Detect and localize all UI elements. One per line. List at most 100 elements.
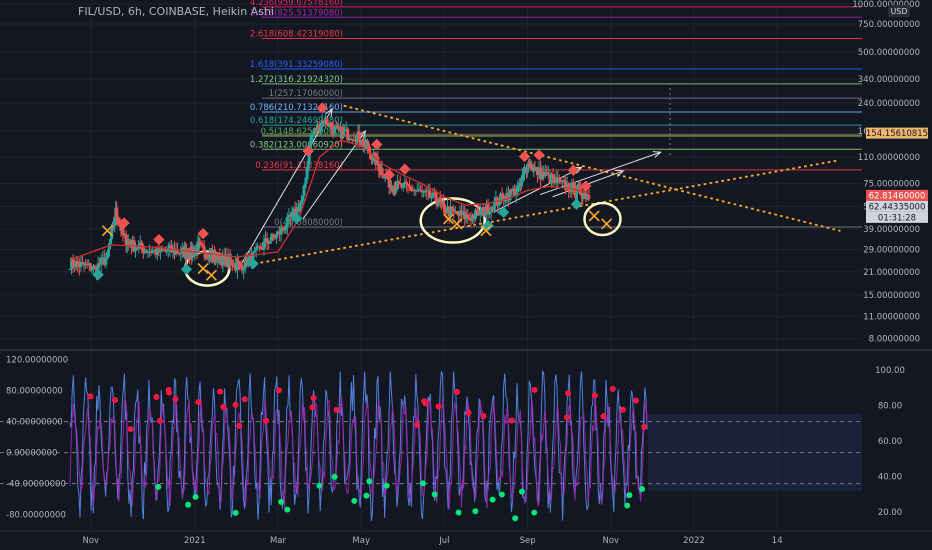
osc-sell-dot-18 [236, 422, 243, 429]
osc-buy-dot-10 [472, 508, 479, 515]
osc-sell-dot-2 [232, 401, 239, 408]
osc-sell-dot-4 [111, 397, 118, 404]
candle-body-199 [333, 126, 337, 134]
osc-sell-dot-32 [333, 406, 340, 413]
candle-body-61 [151, 250, 155, 253]
fib-zone-band [262, 133, 862, 137]
candle-body-146 [254, 247, 258, 251]
candle-body-261 [404, 181, 408, 184]
osc-sell-dot-33 [633, 397, 640, 404]
price-axis-tick-12: 15.00000000 [863, 291, 920, 301]
osc-buy-dot-6 [316, 482, 323, 489]
osc-buy-dot-52 [192, 493, 199, 500]
candle-body-23 [104, 258, 108, 265]
candle-body-335 [516, 186, 520, 193]
candle-body-303 [466, 214, 470, 218]
currency-badge: USD [890, 7, 907, 16]
candle-body-155 [268, 240, 272, 244]
candle-body-153 [265, 238, 269, 243]
osc-buy-dot-5 [331, 473, 338, 480]
osc-sell-dot-22 [220, 403, 227, 410]
chart-root: 4.236(959.67578160)3.618(825.51379080)2.… [0, 0, 932, 550]
candle-body-208 [343, 130, 347, 132]
candle-body-197 [330, 123, 334, 128]
candle-body-54 [140, 242, 144, 249]
osc-sell-dot-55 [414, 421, 421, 428]
candle-body-145 [253, 250, 257, 253]
osc-buy-dot-23 [383, 482, 390, 489]
osc-buy-dot-13 [232, 509, 239, 516]
price-axis-tick-3: 340.00000000 [858, 75, 920, 85]
candle-body-79 [179, 253, 183, 255]
candle-body-391 [587, 195, 591, 199]
osc-sell-dot-43 [156, 417, 163, 424]
candle-body-136 [239, 262, 243, 266]
osc-sell-dot-40 [600, 413, 607, 420]
candle-body-194 [325, 117, 329, 125]
candle-body-296 [455, 211, 459, 215]
candle-body-317 [488, 211, 492, 215]
osc-sell-dot-3 [241, 396, 248, 403]
candle-body-174 [298, 204, 302, 212]
osc-sell-dot-12 [217, 388, 224, 395]
osc-sell-dot-54 [565, 390, 572, 397]
osc-sell-dot-46 [87, 393, 94, 400]
price-axis-tick-1: 750.00000000 [858, 20, 920, 30]
candle-body-184 [309, 134, 313, 144]
osc-buy-dot-28 [531, 509, 538, 516]
price-axis-tick-14: 8.00000000 [869, 335, 920, 345]
osc-sell-dot-7 [435, 403, 442, 410]
candle-body-190 [319, 125, 323, 132]
osc-right-tick-4: 20.00 [878, 508, 902, 518]
osc-buy-dot-45 [455, 509, 462, 516]
time-axis-tick-1: 2021 [184, 536, 206, 546]
candle-body-375 [570, 182, 574, 193]
candle-body-210 [346, 128, 350, 140]
price-axis[interactable]: 1000.00000000750.00000000500.00000000340… [852, 0, 932, 350]
price-axis-tick-9: 39.00000000 [863, 225, 920, 235]
candle-body-370 [562, 180, 566, 182]
candle-body-163 [281, 227, 285, 230]
candle-body-325 [500, 193, 504, 196]
time-axis-tick-7: 2022 [683, 536, 705, 546]
candle-body-262 [406, 183, 410, 186]
osc-sell-dot-58 [563, 414, 570, 421]
price-axis-tick-6: 110.00000000 [858, 153, 920, 163]
candle-body-165 [284, 227, 288, 231]
osc-sell-dot-38 [591, 392, 598, 399]
candle-body-277 [429, 197, 433, 199]
candle-body-70 [165, 250, 169, 252]
candle-body-0 [68, 269, 72, 271]
symbol-title[interactable]: FIL/USD, 6h, COINBASE, Heikin Ashi [78, 5, 274, 18]
osc-sell-dot-16 [127, 426, 134, 433]
candle-body-327 [503, 200, 507, 202]
osc-sell-dot-1 [619, 406, 626, 413]
candle-body-263 [408, 185, 412, 188]
osc-sell-dot-14 [465, 409, 472, 416]
candle-body-212 [349, 138, 353, 140]
candle-body-264 [409, 187, 413, 191]
osc-sell-dot-56 [153, 393, 160, 400]
time-axis[interactable]: Nov 2021 Mar May Jul Sep Nov 2022 14 [0, 530, 932, 550]
price-axis-tick-10: 29.00000000 [863, 245, 920, 255]
osc-sell-dot-59 [275, 387, 282, 394]
candle-body-254 [395, 189, 399, 191]
candle-body-101 [202, 246, 206, 253]
osc-right-tick-0: 100.00 [875, 366, 905, 376]
osc-buy-dot-37 [626, 492, 633, 499]
candle-body-314 [483, 212, 487, 216]
price-label-3: 01:31:28 [878, 213, 916, 223]
price-axis-tick-13: 11.00000000 [863, 313, 920, 323]
candle-body-288 [442, 204, 446, 213]
osc-buy-dot-19 [512, 515, 519, 522]
fib-level-label-2: 2.618(608.42319080) [250, 29, 343, 39]
osc-right-tick-2: 60.00 [878, 437, 902, 447]
candle-body-218 [357, 131, 361, 142]
candle-body-373 [567, 183, 571, 192]
candle-body-166 [285, 217, 289, 228]
candle-body-151 [262, 241, 266, 250]
time-axis-tick-5: Sep [520, 536, 536, 546]
time-axis-tick-8: 14 [772, 536, 783, 546]
price-label-1: 62.81460000 [869, 191, 926, 201]
candle-body-256 [397, 180, 401, 184]
